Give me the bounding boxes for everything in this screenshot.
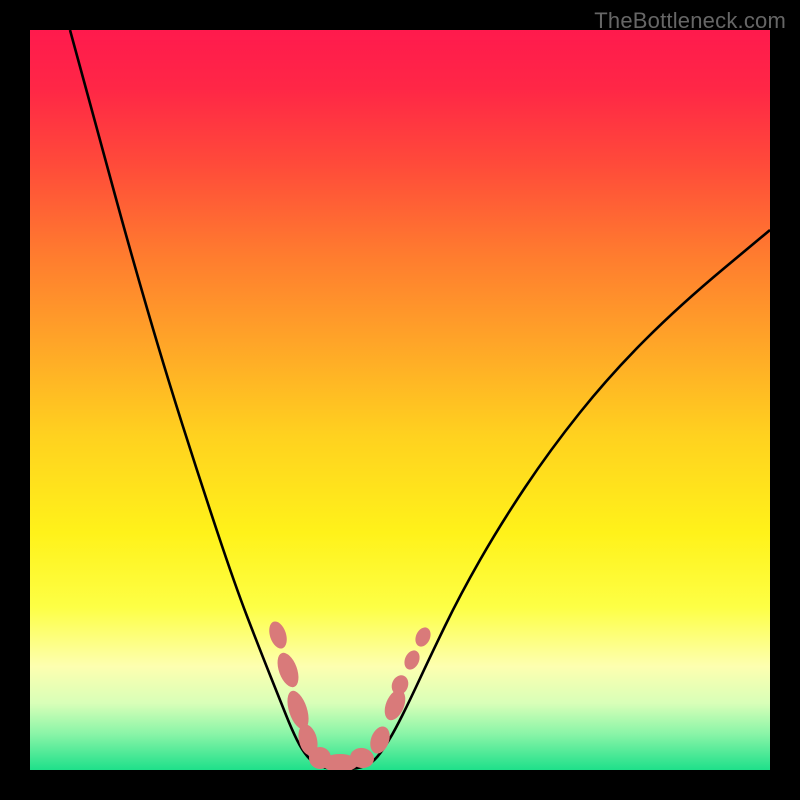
watermark-text: TheBottleneck.com [594,8,786,34]
bottleneck-curve-svg [30,30,770,770]
curve-markers [266,619,433,770]
curve-marker [367,724,393,756]
curve-marker [402,648,423,672]
curve-marker [273,650,302,690]
bottleneck-curve [70,30,770,770]
curve-marker [413,625,434,649]
curve-marker [266,619,290,651]
plot-frame [30,30,770,770]
